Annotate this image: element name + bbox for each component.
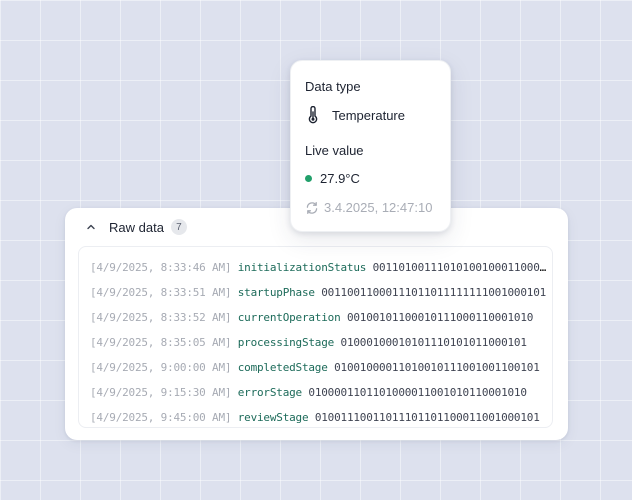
data-type-value: Temperature [332, 107, 405, 123]
live-value-row: 27.9°C [305, 171, 360, 186]
raw-data-panel: Raw data 7 [4/9/2025, 8:33:46 AM] initia… [65, 208, 568, 440]
log-line: [4/9/2025, 9:15:30 AM] errorStage 010000… [79, 380, 552, 405]
status-dot [305, 175, 312, 182]
log-line: [4/9/2025, 8:33:51 AM] startupPhase 0011… [79, 280, 552, 305]
chevron-up-icon[interactable] [83, 219, 99, 235]
log-key: completedStage [237, 361, 328, 374]
log-line: [4/9/2025, 9:00:00 AM] completedStage 01… [79, 355, 552, 380]
log-timestamp: [4/9/2025, 8:35:05 AM] [90, 336, 232, 349]
log-value: 01000100010101110101011000101 [340, 336, 527, 349]
live-value-label: Live value [305, 143, 364, 158]
refresh-icon [305, 201, 319, 215]
log-timestamp: [4/9/2025, 8:33:46 AM] [90, 261, 232, 274]
log-value: 00110011000111011011111111001000101 [321, 286, 547, 299]
log-line: [4/9/2025, 8:33:46 AM] initializationSta… [79, 255, 552, 280]
log-timestamp: [4/9/2025, 8:33:51 AM] [90, 286, 232, 299]
log-timestamp: [4/9/2025, 9:45:00 AM] [90, 411, 232, 424]
raw-data-log[interactable]: [4/9/2025, 8:33:46 AM] initializationSta… [78, 246, 553, 428]
updated-timestamp: 3.4.2025, 12:47:10 [324, 200, 433, 215]
log-value: 0100001101101000011001010110001010 [308, 386, 527, 399]
log-line: [4/9/2025, 8:35:05 AM] processingStage 0… [79, 330, 552, 355]
log-key: initializationStatus [237, 261, 367, 274]
raw-data-title: Raw data [109, 219, 164, 235]
log-timestamp: [4/9/2025, 8:33:52 AM] [90, 311, 232, 324]
log-key: startupPhase [237, 286, 315, 299]
log-key: reviewStage [237, 411, 309, 424]
raw-data-count-badge: 7 [170, 219, 187, 235]
log-value: 00110100111010100100011000101 [372, 261, 552, 274]
log-key: processingStage [237, 336, 335, 349]
thermometer-icon [305, 106, 321, 124]
data-type-row: Temperature [305, 106, 405, 124]
raw-data-header[interactable]: Raw data 7 [83, 218, 187, 236]
data-popover: Data type Temperature Live value 27.9°C … [290, 60, 451, 232]
updated-row: 3.4.2025, 12:47:10 [305, 200, 432, 215]
data-type-label: Data type [305, 79, 361, 94]
log-value: 00100101100010111000110001010 [346, 311, 534, 324]
log-timestamp: [4/9/2025, 9:15:30 AM] [90, 386, 232, 399]
log-timestamp: [4/9/2025, 9:00:00 AM] [90, 361, 232, 374]
log-key: errorStage [237, 386, 302, 399]
log-value: 01001000011010010111001001100101 [334, 361, 540, 374]
log-line: [4/9/2025, 9:45:00 AM] reviewStage 01001… [79, 405, 552, 427]
log-value: 01001110011011101101100011001000101 [314, 411, 540, 424]
log-line: [4/9/2025, 8:33:52 AM] currentOperation … [79, 305, 552, 330]
live-value: 27.9°C [320, 171, 360, 186]
log-key: currentOperation [237, 311, 341, 324]
